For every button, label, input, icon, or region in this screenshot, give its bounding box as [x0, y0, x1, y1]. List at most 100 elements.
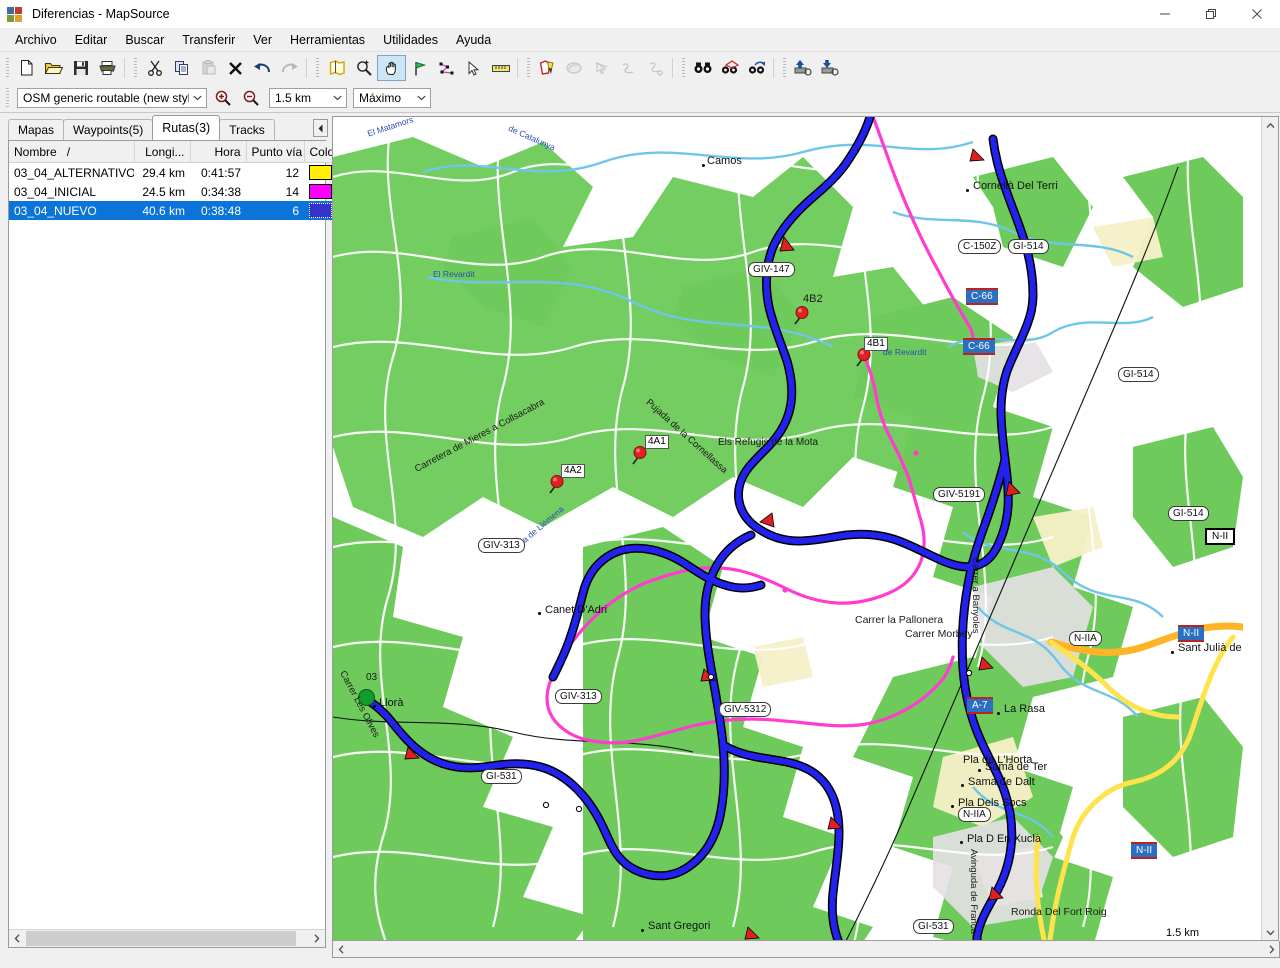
- tab-rutas[interactable]: Rutas(3): [152, 115, 221, 140]
- zoom-out-icon[interactable]: [238, 86, 263, 110]
- menu-editar[interactable]: Editar: [66, 31, 117, 49]
- undo-icon[interactable]: [249, 55, 276, 81]
- menu-ayuda[interactable]: Ayuda: [447, 31, 500, 49]
- hand-pan-icon[interactable]: [377, 55, 406, 81]
- receive-from-device-icon[interactable]: [817, 55, 844, 81]
- town-dot: [1171, 651, 1174, 654]
- map-product-select[interactable]: OSM generic routable (new style): [17, 88, 207, 108]
- find-icon[interactable]: [689, 55, 716, 81]
- scroll-thumb[interactable]: [26, 931, 296, 946]
- copy-icon[interactable]: [168, 55, 195, 81]
- town-dot: [960, 841, 963, 844]
- scale-select[interactable]: 1.5 km: [269, 88, 347, 108]
- scroll-track[interactable]: [349, 942, 1263, 956]
- toolbar-grip-4[interactable]: [527, 58, 530, 78]
- toolbar-grip-2[interactable]: [134, 58, 137, 78]
- scroll-left-icon[interactable]: [9, 931, 26, 946]
- map-container: 03 4A1 4A2 4B1 4B2 Camos Cornellà Del Te…: [332, 113, 1280, 968]
- toolbar-grip-3[interactable]: [316, 58, 319, 78]
- new-file-icon[interactable]: [13, 55, 40, 81]
- draw-polygon-icon[interactable]: [534, 55, 561, 81]
- scroll-track[interactable]: [26, 931, 308, 946]
- scroll-up-icon[interactable]: [1262, 117, 1278, 133]
- collapse-panel-icon[interactable]: [313, 119, 328, 137]
- color-swatch: [309, 165, 332, 181]
- toolbar-grip-5[interactable]: [682, 58, 685, 78]
- scale-bar-label: 1.5 km: [1163, 926, 1203, 940]
- selector-toolbar-grip[interactable]: [6, 88, 9, 108]
- col-header-hora[interactable]: Hora: [190, 141, 247, 163]
- route-viapoints: 12: [285, 165, 299, 180]
- map-canvas[interactable]: 03 4A1 4A2 4B1 4B2 Camos Cornellà Del Te…: [333, 117, 1261, 940]
- road-shield: C-66: [966, 288, 998, 305]
- tab-mapas[interactable]: Mapas: [8, 119, 65, 140]
- map-vertical-scrollbar[interactable]: [1261, 117, 1278, 940]
- route-viapoints: 6: [246, 201, 304, 220]
- routes-table: Nombre / Longi... Hora Punto vía Color 0…: [9, 141, 339, 220]
- color-swatch: [309, 184, 332, 200]
- track-cut-icon: [642, 55, 669, 81]
- left-panel: Mapas Waypoints(5) Rutas(3) Tracks Nombr…: [0, 113, 339, 968]
- zoom-in-icon[interactable]: [210, 86, 235, 110]
- window-controls: [1142, 0, 1280, 28]
- table-row[interactable]: 03_04_ALTERNATIVO 29.4 km 0:41:57 12: [9, 163, 338, 183]
- menu-utilidades[interactable]: Utilidades: [374, 31, 447, 49]
- waypoint-label-4a2: 4A2: [561, 464, 585, 478]
- mapsource-icon: [7, 6, 25, 22]
- save-file-icon[interactable]: [67, 55, 94, 81]
- print-icon[interactable]: [94, 55, 121, 81]
- toolbar-grip-6[interactable]: [783, 58, 786, 78]
- menu-herramientas[interactable]: Herramientas: [281, 31, 374, 49]
- detail-select[interactable]: Máximo: [353, 88, 431, 108]
- toolbar-grip[interactable]: [6, 58, 9, 78]
- col-header-punto-via[interactable]: Punto vía: [246, 141, 305, 163]
- route-tool-icon[interactable]: [433, 55, 460, 81]
- measure-ruler-icon[interactable]: [487, 55, 514, 81]
- select-arrow-icon[interactable]: [460, 55, 487, 81]
- list-horizontal-scrollbar[interactable]: [9, 929, 325, 947]
- col-header-longitud[interactable]: Longi...: [134, 141, 191, 163]
- scroll-track[interactable]: [1262, 133, 1278, 924]
- open-file-icon[interactable]: [40, 55, 67, 81]
- menu-transferir[interactable]: Transferir: [173, 31, 244, 49]
- route-name: 03_04_ALTERNATIVO: [14, 165, 134, 180]
- selector-toolbar: OSM generic routable (new style) 1.5 km: [0, 84, 1280, 113]
- road-shield: GI-531: [481, 769, 522, 784]
- road-shield: N-II: [1178, 625, 1205, 642]
- map-horizontal-scrollbar[interactable]: [332, 941, 1280, 958]
- cut-icon[interactable]: [141, 55, 168, 81]
- color-swatch: [309, 203, 332, 219]
- delete-icon[interactable]: [222, 55, 249, 81]
- col-header-nombre[interactable]: Nombre /: [9, 141, 135, 163]
- close-button[interactable]: [1234, 0, 1280, 28]
- zoom-tool-icon[interactable]: [350, 55, 377, 81]
- road-shield: GI-514: [1168, 506, 1209, 521]
- menu-archivo[interactable]: Archivo: [6, 31, 66, 49]
- find-next-icon[interactable]: [743, 55, 770, 81]
- scroll-down-icon[interactable]: [1262, 924, 1278, 940]
- minimize-button[interactable]: [1142, 0, 1188, 28]
- scroll-left-icon[interactable]: [333, 942, 349, 956]
- town-dot: [997, 712, 1000, 715]
- scale-value: 1.5 km: [275, 91, 312, 105]
- waypoint-marker-start[interactable]: [358, 689, 375, 706]
- tab-tracks[interactable]: Tracks: [219, 119, 275, 140]
- menu-ver[interactable]: Ver: [244, 31, 281, 49]
- scroll-right-icon[interactable]: [308, 931, 325, 946]
- routes-list: Nombre / Longi... Hora Punto vía Color 0…: [8, 140, 339, 948]
- waypoint-label-4a1: 4A1: [645, 435, 669, 449]
- map-select-icon[interactable]: [323, 55, 350, 81]
- road-shield: GI-514: [1118, 367, 1159, 382]
- town-dot: [641, 929, 644, 932]
- table-row[interactable]: 03_04_NUEVO 40.6 km 0:38:48 6: [9, 201, 338, 220]
- waypoint-flag-icon[interactable]: [406, 55, 433, 81]
- menu-buscar[interactable]: Buscar: [116, 31, 173, 49]
- panel-bottom-spacer: [0, 948, 332, 968]
- find-place-icon[interactable]: [716, 55, 743, 81]
- road-shield: GIV-313: [478, 538, 525, 553]
- table-row[interactable]: 03_04_INICIAL 24.5 km 0:34:38 14: [9, 182, 338, 201]
- scroll-right-icon[interactable]: [1263, 942, 1279, 956]
- send-to-device-icon[interactable]: [790, 55, 817, 81]
- tab-waypoints[interactable]: Waypoints(5): [63, 119, 154, 140]
- restore-button[interactable]: [1188, 0, 1234, 28]
